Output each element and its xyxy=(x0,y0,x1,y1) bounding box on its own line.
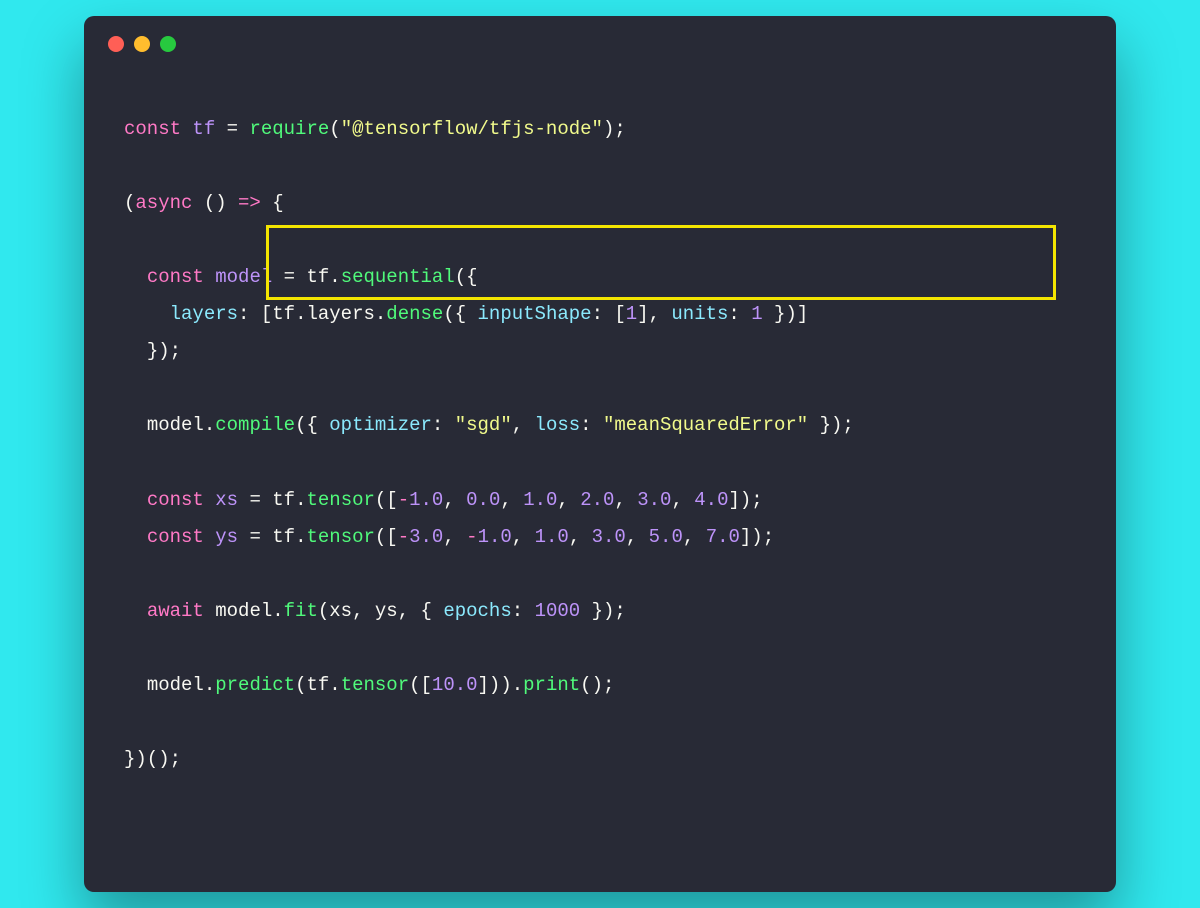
code-line: (async () => { xyxy=(124,192,284,214)
code-line: model.predict(tf.tensor([10.0])).print()… xyxy=(124,674,614,696)
code-block: const tf = require("@tensorflow/tfjs-nod… xyxy=(84,62,1116,862)
code-line: const tf = require("@tensorflow/tfjs-nod… xyxy=(124,118,626,140)
code-line: const ys = tf.tensor([-3.0, -1.0, 1.0, 3… xyxy=(124,526,774,548)
code-line: layers: [tf.layers.dense({ inputShape: [… xyxy=(124,303,808,325)
code-line: const xs = tf.tensor([-1.0, 0.0, 1.0, 2.… xyxy=(124,489,763,511)
canvas: const tf = require("@tensorflow/tfjs-nod… xyxy=(0,0,1200,908)
code-line: await model.fit(xs, ys, { epochs: 1000 }… xyxy=(124,600,626,622)
close-icon[interactable] xyxy=(108,36,124,52)
code-line: const model = tf.sequential({ xyxy=(124,266,478,288)
code-line: })(); xyxy=(124,748,181,770)
maximize-icon[interactable] xyxy=(160,36,176,52)
code-window: const tf = require("@tensorflow/tfjs-nod… xyxy=(84,16,1116,892)
code-line: model.compile({ optimizer: "sgd", loss: … xyxy=(124,414,854,436)
window-titlebar xyxy=(84,16,1116,62)
minimize-icon[interactable] xyxy=(134,36,150,52)
highlight-annotation xyxy=(266,225,1056,300)
code-line: }); xyxy=(124,340,181,362)
